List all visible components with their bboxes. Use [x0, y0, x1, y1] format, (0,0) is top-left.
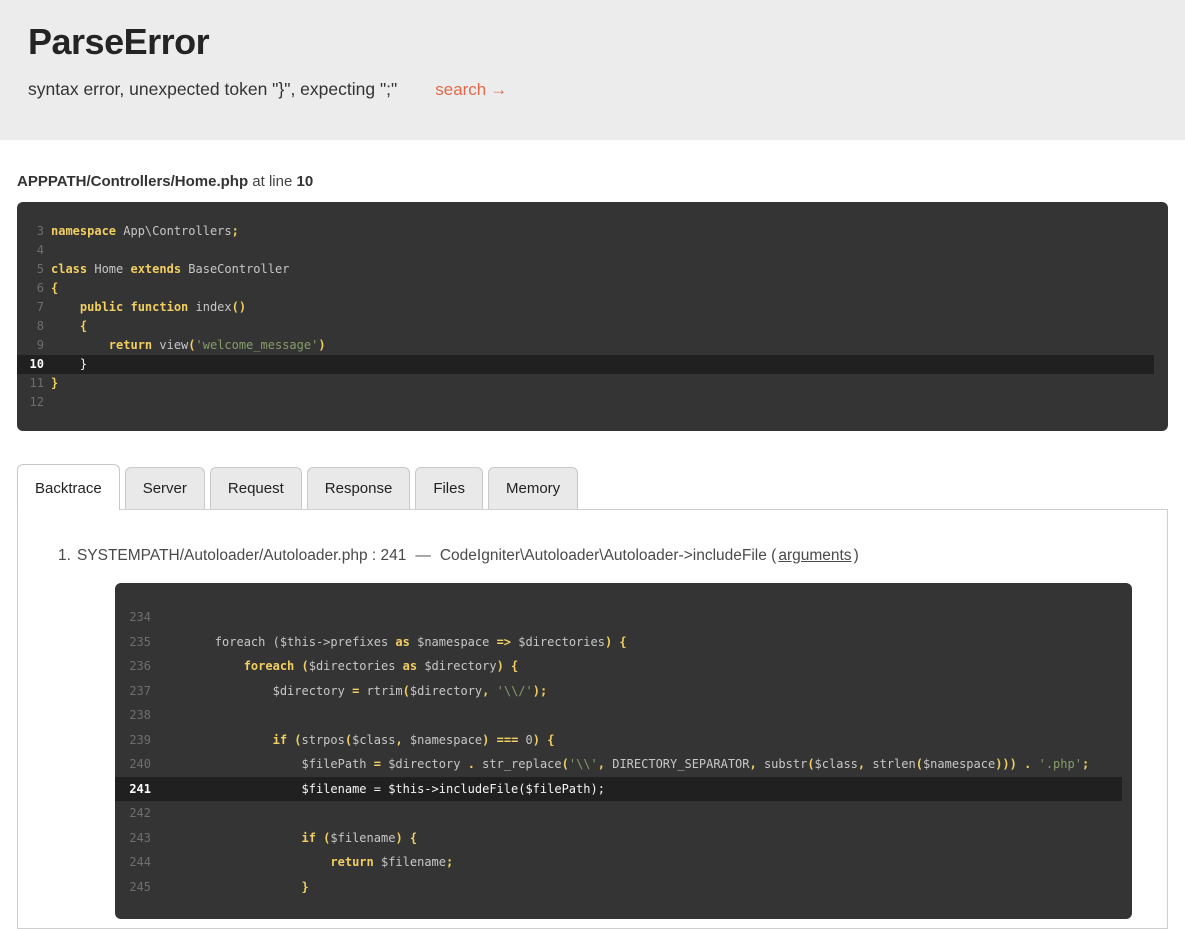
- code-line: 236 foreach ($directories as $directory)…: [115, 654, 1122, 679]
- tab-memory[interactable]: Memory: [488, 467, 578, 509]
- code-line: 242: [115, 801, 1122, 826]
- arrow-right-icon: →: [490, 80, 507, 99]
- backtrace-item-number: 1.: [58, 547, 71, 564]
- code-line: 244 return $filename;: [115, 850, 1122, 875]
- line-number: 244: [115, 850, 151, 875]
- code-line: 6{: [17, 279, 1154, 298]
- code-text: foreach ($this->prefixes as $namespace =…: [157, 630, 627, 655]
- line-number: 241: [115, 777, 151, 802]
- code-text: $filename = $this->includeFile($filePath…: [157, 777, 605, 802]
- code-line: 245 }: [115, 875, 1122, 900]
- line-number: 234: [115, 605, 151, 630]
- code-text: }: [51, 355, 87, 374]
- backtrace-function-signature: CodeIgniter\Autoloader\Autoloader->inclu…: [440, 547, 776, 564]
- backtrace-file-location: SYSTEMPATH/Autoloader/Autoloader.php : 2…: [77, 547, 406, 564]
- code-line: 3 namespace App\Controllers;: [17, 222, 1154, 241]
- source-file-heading: APPPATH/Controllers/Home.php at line 10: [17, 173, 1168, 190]
- code-line-highlighted: 10 }: [17, 355, 1154, 374]
- line-number: 8: [17, 317, 44, 336]
- backtrace-close-paren: ): [854, 547, 859, 564]
- code-text: return $filename;: [157, 850, 453, 875]
- line-number: 10: [17, 355, 44, 374]
- code-text: public function index(): [51, 298, 246, 317]
- line-number: 6: [17, 279, 44, 298]
- line-number: 239: [115, 728, 151, 753]
- line-number: 3: [17, 222, 44, 241]
- code-text: foreach ($directories as $directory) {: [157, 654, 518, 679]
- error-message-row: syntax error, unexpected token "}", expe…: [28, 79, 1157, 100]
- backtrace-separator: —: [415, 547, 431, 564]
- code-text: $directory = rtrim($directory, '\\/');: [157, 679, 547, 704]
- page-title: ParseError: [28, 21, 1157, 63]
- line-number: 5: [17, 260, 44, 279]
- code-line-highlighted: 241 $filename = $this->includeFile($file…: [115, 777, 1122, 802]
- line-number: 240: [115, 752, 151, 777]
- code-text: }: [51, 374, 58, 393]
- code-line: 9 return view('welcome_message'): [17, 336, 1154, 355]
- code-text: if ($filename) {: [157, 826, 417, 851]
- code-text: }: [157, 875, 309, 900]
- code-text: class Home extends BaseController: [51, 260, 289, 279]
- backtrace-panel: 1. SYSTEMPATH/Autoloader/Autoloader.php :…: [17, 509, 1168, 929]
- code-line: 11}: [17, 374, 1154, 393]
- code-line: 5 class Home extends BaseController: [17, 260, 1154, 279]
- code-text: {: [51, 317, 87, 336]
- arguments-toggle-link[interactable]: arguments: [778, 547, 851, 564]
- line-number: 245: [115, 875, 151, 900]
- backtrace-list: 1. SYSTEMPATH/Autoloader/Autoloader.php :…: [18, 510, 1167, 919]
- tab-server[interactable]: Server: [125, 467, 205, 509]
- tab-bar: Backtrace Server Request Response Files …: [17, 464, 1168, 509]
- line-number: 7: [17, 298, 44, 317]
- code-text: if (strpos($class, $namespace) === 0) {: [157, 728, 554, 753]
- source-file-infix: at line: [252, 173, 292, 190]
- code-line: 240 $filePath = $directory . str_replace…: [115, 752, 1122, 777]
- line-number: 237: [115, 679, 151, 704]
- code-line: 8 {: [17, 317, 1154, 336]
- line-number: 242: [115, 801, 151, 826]
- code-text: $filePath = $directory . str_replace('\\…: [157, 752, 1089, 777]
- search-link[interactable]: search→: [435, 80, 507, 100]
- search-link-label: search: [435, 80, 486, 99]
- backtrace-code-block: 234235 foreach ($this->prefixes as $name…: [115, 583, 1132, 919]
- code-line: 234: [115, 605, 1122, 630]
- code-line: 238: [115, 703, 1122, 728]
- error-header: ParseError syntax error, unexpected toke…: [0, 0, 1185, 140]
- code-line: 239 if (strpos($class, $namespace) === 0…: [115, 728, 1122, 753]
- line-number: 12: [17, 393, 44, 412]
- tab-backtrace[interactable]: Backtrace: [17, 464, 120, 510]
- source-file-line-number: 10: [297, 173, 314, 190]
- page: ParseError syntax error, unexpected toke…: [0, 0, 1185, 929]
- code-line: 243 if ($filename) {: [115, 826, 1122, 851]
- source-code-block: 3 namespace App\Controllers; 45 class Home …: [17, 202, 1168, 431]
- line-number: 238: [115, 703, 151, 728]
- tab-files[interactable]: Files: [415, 467, 483, 509]
- code-text: namespace App\Controllers;: [51, 222, 239, 241]
- line-number: 9: [17, 336, 44, 355]
- line-number: 236: [115, 654, 151, 679]
- backtrace-item: 1. SYSTEMPATH/Autoloader/Autoloader.php :…: [58, 547, 1147, 565]
- tab-request[interactable]: Request: [210, 467, 302, 509]
- code-line: 12: [17, 393, 1154, 412]
- line-number: 4: [17, 241, 44, 260]
- code-text: return view('welcome_message'): [51, 336, 326, 355]
- source-file-path: APPPATH/Controllers/Home.php: [17, 173, 248, 190]
- code-text: {: [51, 279, 58, 298]
- code-line: 237 $directory = rtrim($directory, '\\/'…: [115, 679, 1122, 704]
- code-line: 7 public function index(): [17, 298, 1154, 317]
- line-number: 235: [115, 630, 151, 655]
- code-line: 235 foreach ($this->prefixes as $namespa…: [115, 630, 1122, 655]
- tab-response[interactable]: Response: [307, 467, 411, 509]
- line-number: 243: [115, 826, 151, 851]
- line-number: 11: [17, 374, 44, 393]
- code-line: 4: [17, 241, 1154, 260]
- error-message: syntax error, unexpected token "}", expe…: [28, 79, 397, 100]
